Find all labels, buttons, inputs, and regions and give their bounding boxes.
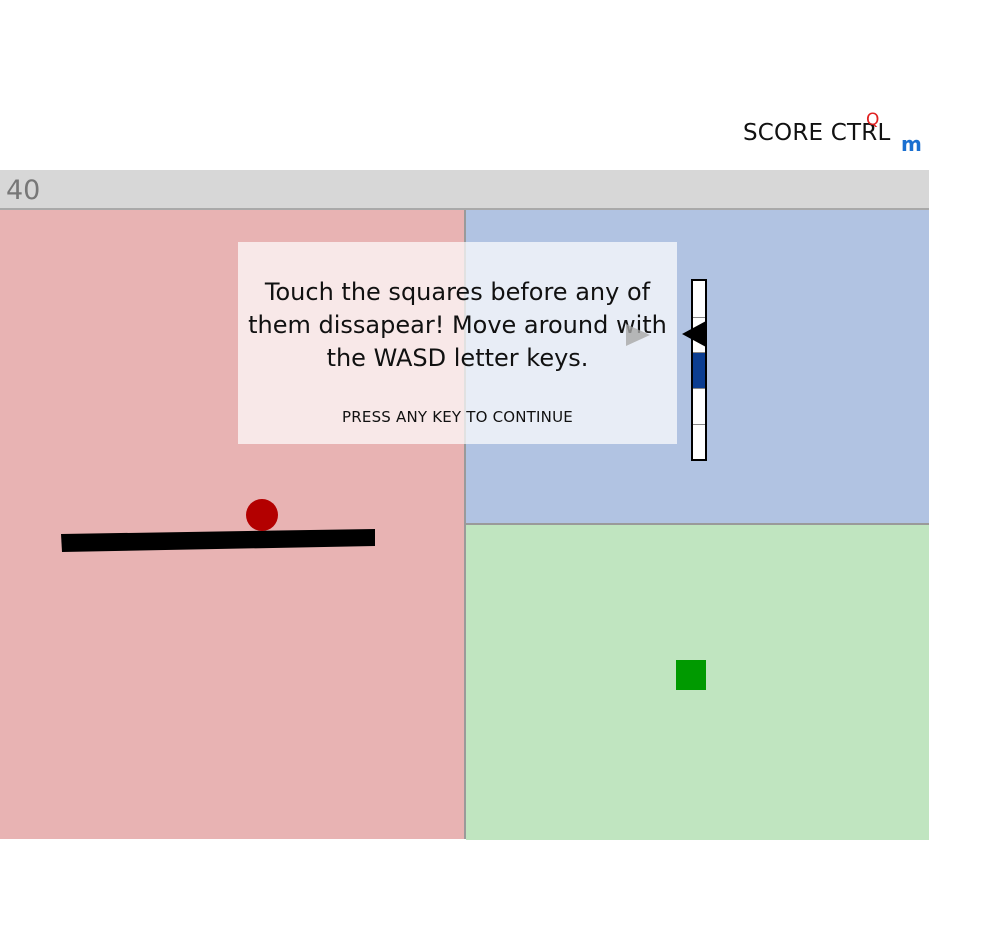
game-page: SCORE CTRL Q m 40 Touch the squares befo… — [0, 0, 1008, 929]
gauge-fill — [693, 353, 705, 389]
score-logo: SCORE CTRL Q m — [743, 110, 933, 158]
ball — [246, 499, 278, 531]
instruction-message: Touch the squares before any of them dis… — [248, 278, 667, 372]
gauge-tick — [693, 424, 705, 425]
gauge-pointer-arrow — [682, 321, 706, 347]
timer-bar: 40 — [0, 170, 929, 210]
target-square[interactable] — [676, 660, 706, 690]
continue-prompt: PRESS ANY KEY TO CONTINUE — [342, 408, 573, 426]
score-subscript: m — [901, 132, 922, 156]
balance-task — [61, 499, 375, 552]
gauge-tick — [693, 388, 705, 389]
gauge-tick — [693, 317, 705, 318]
vertical-gauge — [691, 279, 707, 461]
pointer-ghost-arrow — [626, 324, 650, 346]
tilting-beam — [61, 529, 375, 552]
score-superscript: Q — [866, 110, 880, 130]
timer-value: 40 — [6, 175, 41, 206]
instruction-overlay[interactable]: Touch the squares before any of them dis… — [238, 242, 677, 444]
